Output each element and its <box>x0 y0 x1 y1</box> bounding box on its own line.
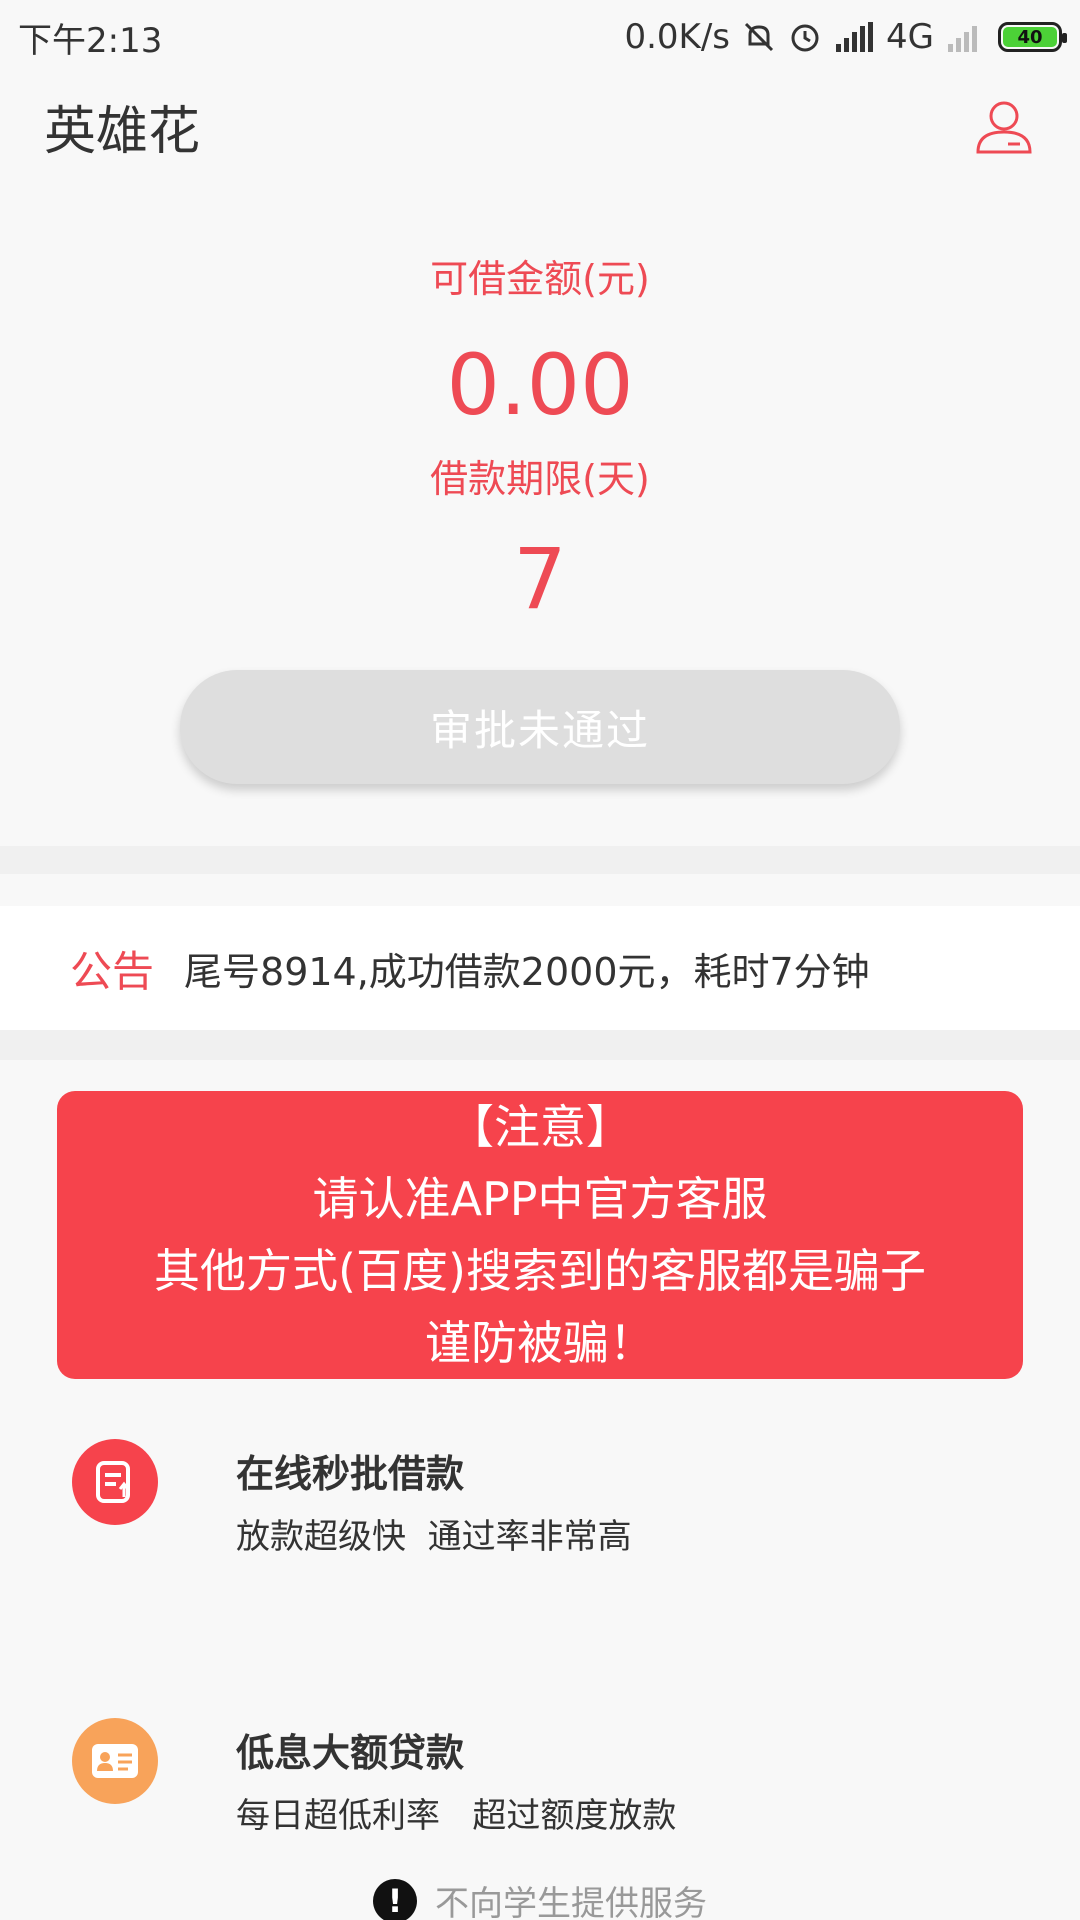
warning-line: 其他方式(百度)搜索到的客服都是骗子 <box>154 1244 926 1298</box>
mute-icon <box>742 20 776 54</box>
divider <box>0 1030 1080 1060</box>
battery-icon: 40 <box>998 22 1067 52</box>
term-label: 借款期限(天) <box>430 457 650 501</box>
feature-subtitle: 每日超低利率 超过额度放款 <box>236 1796 677 1836</box>
term-value: 7 <box>513 530 567 628</box>
feature-online-approval[interactable]: 在线秒批借款 放款超级快 通过率非常高 <box>0 1439 1080 1589</box>
user-icon <box>976 101 1032 154</box>
student-notice-text: 不向学生提供服务 <box>435 1884 707 1920</box>
id-card-icon <box>72 1718 158 1804</box>
student-notice: ! 不向学生提供服务 <box>0 1876 1080 1920</box>
status-bar: 下午2:13 0.0K/s 4G 40 <box>0 0 1080 74</box>
battery-level: 40 <box>1003 27 1057 48</box>
alarm-icon <box>788 20 822 54</box>
feature-title: 低息大额贷款 <box>236 1731 465 1775</box>
feature-low-interest[interactable]: 低息大额贷款 每日超低利率 超过额度放款 <box>0 1718 1080 1868</box>
status-time: 下午2:13 <box>18 20 163 61</box>
loan-summary: 可借金额(元) 0.00 借款期限(天) 7 审批未通过 <box>0 178 1080 846</box>
document-icon <box>72 1439 158 1525</box>
signal-icon <box>834 22 874 52</box>
announcement-bar[interactable]: 公告 尾号8914,成功借款2000元，耗时7分钟 <box>0 906 1080 1030</box>
warning-line: 请认准APP中官方客服 <box>312 1172 768 1226</box>
app-header: 英雄花 <box>0 74 1080 178</box>
feature-subtitle: 放款超级快 通过率非常高 <box>236 1517 632 1557</box>
divider <box>0 846 1080 874</box>
amount-value: 0.00 <box>446 336 634 434</box>
warning-line: 【注意】 <box>448 1100 632 1154</box>
alert-icon: ! <box>373 1878 417 1920</box>
warning-line: 谨防被骗！ <box>425 1316 655 1370</box>
profile-button[interactable] <box>972 94 1036 158</box>
feature-title: 在线秒批借款 <box>236 1452 465 1496</box>
network-speed: 0.0K/s <box>624 17 731 57</box>
approval-status-button[interactable]: 审批未通过 <box>180 670 900 784</box>
signal-weak-icon <box>946 22 986 52</box>
status-icons: 0.0K/s 4G 40 <box>624 17 1067 57</box>
announcement-label: 公告 <box>70 946 155 996</box>
warning-card: 【注意】 请认准APP中官方客服 其他方式(百度)搜索到的客服都是骗子 谨防被骗… <box>57 1091 1023 1379</box>
app-title: 英雄花 <box>44 101 201 162</box>
network-type: 4G <box>886 17 934 57</box>
announcement-text: 尾号8914,成功借款2000元，耗时7分钟 <box>184 949 870 994</box>
amount-label: 可借金额(元) <box>430 257 650 301</box>
